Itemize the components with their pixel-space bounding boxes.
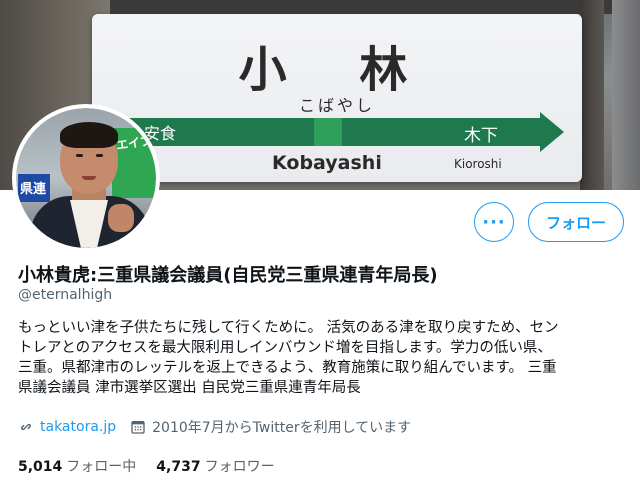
bio-line: 三重。県都津市のレッテルを返上できるよう、教育施策に取り組んでいます。 三重 (18, 360, 557, 376)
followers-count: 4,737 (156, 459, 201, 475)
station-name-romaji: Kobayashi (272, 152, 382, 174)
avatar-hand (108, 204, 134, 232)
more-button[interactable]: ··· (474, 202, 514, 242)
station-name-kanji: 小 林 (238, 42, 436, 98)
avatar[interactable]: エイブ 県連 (12, 104, 160, 252)
avatar-eye-left (76, 154, 83, 157)
avatar-hair (60, 122, 118, 148)
profile-stats: 5,014 フォロー中 4,737 フォロワー (18, 456, 295, 476)
bio-line: もっといい津を子供たちに残して行くために。 活気のある津を取り戻すため、セン (18, 320, 559, 336)
next-station-label: 木下 (464, 126, 498, 146)
website-item: takatora.jp (18, 419, 116, 435)
banner-pillar-far (612, 0, 640, 190)
followers-stat[interactable]: 4,737 フォロワー (156, 456, 274, 476)
follow-button-label: フォロー (545, 213, 606, 232)
avatar-bg-sign-text: 県連 (20, 182, 47, 197)
avatar-mouth (82, 176, 96, 180)
profile-bio: もっといい津を子供たちに残して行くために。 活気のある津を取り戻すため、セン ト… (18, 318, 628, 398)
next-station-romaji: Kioroshi (454, 157, 502, 171)
avatar-photo: エイブ 県連 (16, 108, 156, 248)
followers-label: フォロワー (204, 459, 275, 475)
following-stat[interactable]: 5,014 フォロー中 (18, 456, 136, 476)
station-sign-arrow (540, 112, 564, 152)
website-link[interactable]: takatora.jp (40, 419, 116, 435)
station-sign: 小 林 こばやし 安食 木下 Kobayashi Kioroshi (92, 14, 582, 182)
station-name-kana: こばやし (298, 96, 375, 115)
bio-line: 県議会議員 津市選挙区選出 自民党三重県連青年局長 (18, 380, 361, 396)
bio-line: トレアとのアクセスを最大限利用しインバウンド増を目指します。学力の低い県、 (18, 340, 552, 356)
joined-date: 2010年7月からTwitterを利用しています (152, 420, 412, 436)
station-sign-marker (314, 118, 342, 146)
more-icon: ··· (482, 211, 506, 233)
profile-meta: takatora.jp 2010年7月からTwitterを利用しています (18, 417, 425, 437)
joined-item: 2010年7月からTwitterを利用しています (130, 417, 411, 437)
user-handle: @eternalhigh (18, 287, 113, 303)
link-icon (21, 423, 31, 431)
following-count: 5,014 (18, 459, 63, 475)
following-label: フォロー中 (66, 459, 137, 475)
avatar-eye-right (96, 154, 103, 157)
calendar-icon (131, 421, 145, 434)
display-name: 小林貴虎:三重県議会議員(自民党三重県連青年局長) (18, 265, 438, 286)
banner-pillar (580, 0, 604, 190)
follow-button[interactable]: フォロー (528, 202, 624, 242)
